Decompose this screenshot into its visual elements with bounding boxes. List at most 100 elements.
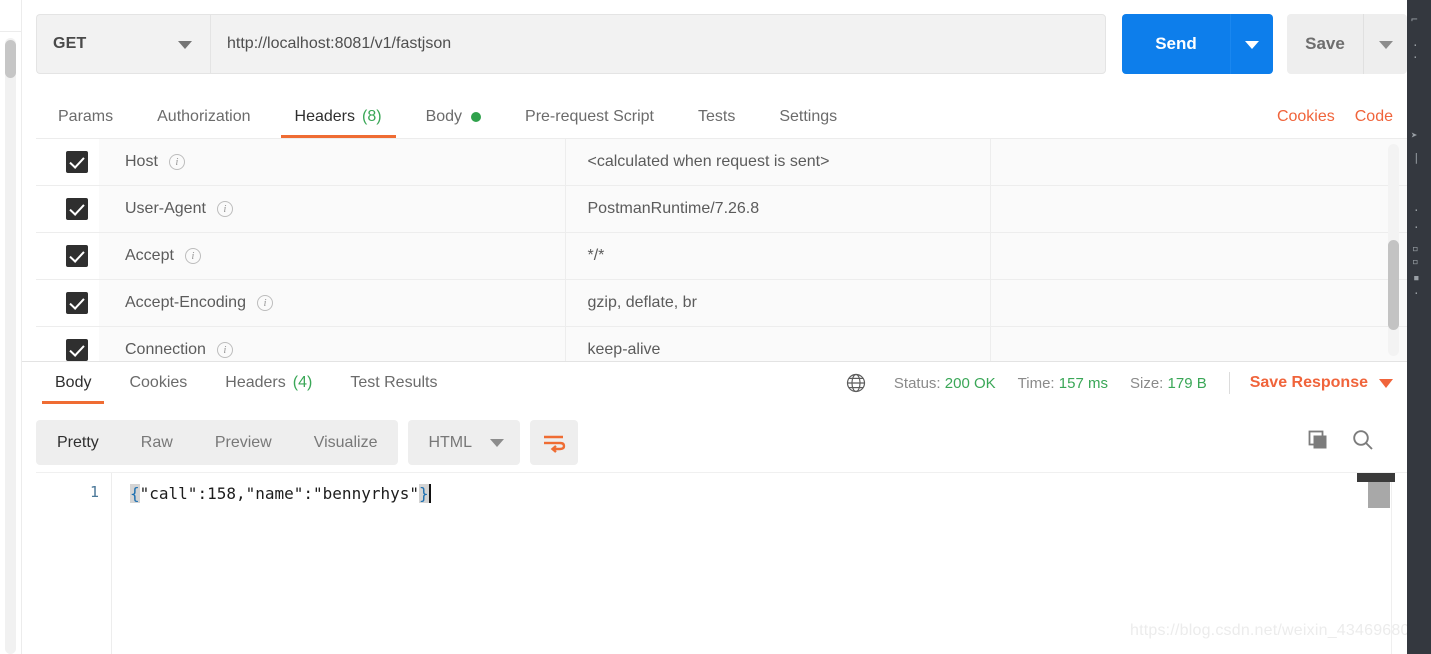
header-key: User-Agent [125,200,206,218]
row-key-cell[interactable]: Accept-Encoding i [99,280,565,327]
send-options-button[interactable] [1230,14,1273,74]
table-row[interactable]: Host i <calculated when request is sent> [36,139,1407,186]
row-checkbox-cell [36,280,99,327]
tab-label: Tests [698,108,735,126]
time-value: 157 ms [1059,375,1108,392]
save-response-label: Save Response [1250,374,1368,392]
row-key-cell[interactable]: Host i [99,139,565,186]
view-mode-visualize[interactable]: Visualize [293,420,399,465]
close-brace-token: } [419,484,429,503]
tab-tests[interactable]: Tests [676,96,757,138]
table-row[interactable]: Accept i */* [36,233,1407,280]
header-value[interactable]: */* [565,233,990,280]
strip-glyph-icon: · [1413,222,1420,233]
response-format-selector[interactable]: HTML [408,420,520,465]
watermark-text: https://blog.csdn.net/weixin_43469680 [1130,622,1410,640]
page-scrollbar-thumb[interactable] [5,40,16,78]
header-description[interactable] [990,139,1407,186]
send-button[interactable]: Send [1122,14,1230,74]
tab-params[interactable]: Params [36,96,135,138]
http-method-selector[interactable]: GET [36,14,210,74]
header-key: Host [125,153,158,171]
save-options-button[interactable] [1363,14,1407,74]
info-icon[interactable]: i [217,342,233,358]
header-description[interactable] [990,186,1407,233]
tab-label: Test Results [350,374,437,392]
response-status-bar: Status: 200 OK Time: 157 ms Size: 179 B … [846,362,1393,404]
status-badge: 200 OK [945,375,996,392]
chevron-down-icon [1245,41,1259,49]
table-row[interactable]: Accept-Encoding i gzip, deflate, br [36,280,1407,327]
table-row[interactable]: Connection i keep-alive [36,327,1407,362]
header-description[interactable] [990,233,1407,280]
headers-table-container: Host i <calculated when request is sent> [36,138,1407,361]
url-input[interactable]: http://localhost:8081/v1/fastjson [210,14,1106,74]
tab-authorization[interactable]: Authorization [135,96,272,138]
info-icon[interactable]: i [169,154,185,170]
search-icon[interactable] [1351,428,1375,457]
tab-label: Cookies [129,374,187,392]
header-description[interactable] [990,327,1407,362]
view-mode-raw[interactable]: Raw [120,420,194,465]
response-tab-cookies[interactable]: Cookies [110,362,206,404]
cookies-link[interactable]: Cookies [1277,108,1335,126]
tab-label: Headers [225,374,285,392]
request-url-bar: GET http://localhost:8081/v1/fastjson [36,14,1106,74]
row-key-cell[interactable]: User-Agent i [99,186,565,233]
response-tab-headers[interactable]: Headers (4) [206,362,331,404]
tab-settings[interactable]: Settings [757,96,859,138]
response-tab-body[interactable]: Body [36,362,110,404]
response-tab-test-results[interactable]: Test Results [331,362,456,404]
save-response-button[interactable]: Save Response [1250,374,1393,392]
row-checkbox[interactable] [66,292,88,314]
view-mode-preview[interactable]: Preview [194,420,293,465]
table-row[interactable]: User-Agent i PostmanRuntime/7.26.8 [36,186,1407,233]
size-label: Size: [1130,375,1163,392]
body-json-token: "call":158,"name":"bennyrhys" [140,484,419,503]
tab-pre-request-script[interactable]: Pre-request Script [503,96,676,138]
response-format-value: HTML [428,434,472,452]
view-mode-pretty[interactable]: Pretty [36,420,120,465]
header-description[interactable] [990,280,1407,327]
body-present-dot-icon [471,112,481,122]
row-key-cell[interactable]: Accept i [99,233,565,280]
header-value[interactable]: gzip, deflate, br [565,280,990,327]
open-brace-token: { [130,484,140,503]
editor-scrollbar-thumb[interactable] [1368,482,1390,508]
info-icon[interactable]: i [217,201,233,217]
tab-label: Body [55,374,91,392]
tab-body[interactable]: Body [404,96,503,138]
headers-scrollbar-thumb[interactable] [1388,240,1399,330]
code-link[interactable]: Code [1355,108,1393,126]
save-button-group: Save [1287,14,1407,74]
url-input-value: http://localhost:8081/v1/fastjson [227,35,451,53]
info-icon[interactable]: i [257,295,273,311]
chevron-down-icon [1379,41,1393,49]
response-body-toolbar: Pretty Raw Preview Visualize HTML [36,420,578,465]
tab-label: Headers [295,108,355,126]
row-checkbox[interactable] [66,245,88,267]
editor-scrollbar-cap[interactable] [1357,473,1395,482]
copy-icon[interactable] [1307,429,1329,456]
header-value[interactable]: PostmanRuntime/7.26.8 [565,186,990,233]
info-icon[interactable]: i [185,248,201,264]
strip-glyph-icon: ▪ [1413,272,1420,283]
status-code-group: Status: 200 OK [894,375,996,392]
chevron-down-icon [178,41,192,49]
header-value[interactable]: <calculated when request is sent> [565,139,990,186]
row-checkbox-cell [36,139,99,186]
save-button[interactable]: Save [1287,14,1363,74]
request-tab-bar: Params Authorization Headers (8) Body Pr… [36,96,859,138]
page-scrollbar-track[interactable] [5,38,16,654]
wrap-lines-button[interactable] [530,420,578,465]
row-checkbox[interactable] [66,198,88,220]
row-checkbox[interactable] [66,339,88,361]
tab-count-badge: (8) [362,108,382,126]
tab-label: Body [426,108,462,126]
row-key-cell[interactable]: Connection i [99,327,565,362]
row-checkbox[interactable] [66,151,88,173]
globe-icon[interactable] [846,373,866,393]
header-value[interactable]: keep-alive [565,327,990,362]
tab-headers[interactable]: Headers (8) [273,96,404,138]
strip-glyph-icon: ➤ [1411,130,1418,141]
